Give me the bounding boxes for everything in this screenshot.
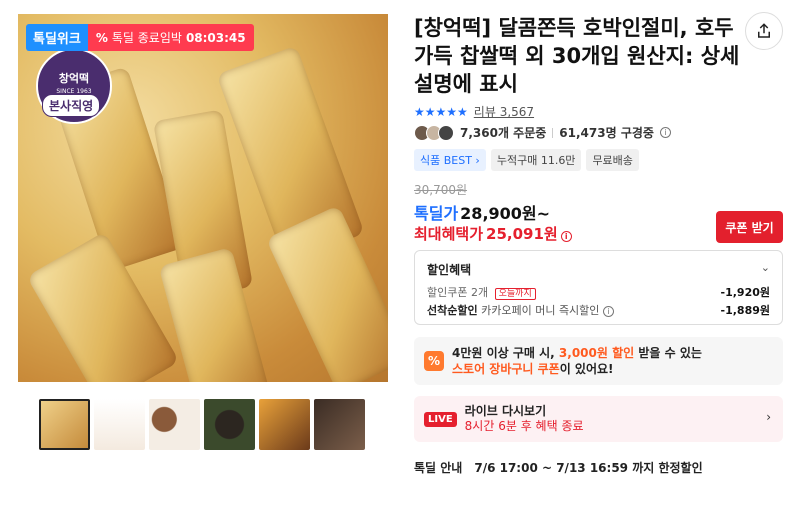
thumbnail-list bbox=[39, 399, 365, 450]
coupon-icon: % bbox=[424, 351, 444, 371]
thumbnail-4[interactable] bbox=[204, 399, 255, 450]
coupon-discount-amount: -1,920원 bbox=[720, 286, 770, 299]
deal-notice-label: 톡딜 안내 bbox=[414, 461, 463, 475]
chevron-right-icon[interactable]: › bbox=[766, 410, 771, 424]
first-come-amount: -1,889원 bbox=[720, 304, 770, 317]
max-benefit-label: 최대혜택가 bbox=[414, 225, 484, 243]
max-benefit-price: 25,091원 bbox=[486, 225, 558, 243]
share-icon bbox=[758, 23, 770, 38]
deal-price: 28,900원~ bbox=[460, 204, 551, 223]
live-replay-banner[interactable]: LIVE 라이브 다시보기 8시간 6분 후 혜택 종료 › bbox=[414, 396, 783, 442]
live-badge: LIVE bbox=[424, 411, 457, 427]
cart-coupon-banner[interactable]: % 4만원 이상 구매 시, 3,000원 할인 받을 수 있는 스토어 장바구… bbox=[414, 337, 783, 385]
discount-panel[interactable]: 할인혜택 ⌄ 할인쿠폰 2개 오늘까지 -1,920원 선착순할인 카카오페이 … bbox=[414, 250, 783, 325]
info-icon[interactable]: i bbox=[659, 127, 671, 138]
first-come-desc: 카카오페이 머니 즉시할인 bbox=[481, 304, 600, 317]
rating-row: ★★★★★ 리뷰 3,567 bbox=[414, 103, 534, 120]
buyer-avatars bbox=[414, 124, 454, 141]
deal-notice: 톡딜 안내 7/6 17:00 ~ 7/13 16:59 까지 한정할인 bbox=[414, 459, 703, 476]
deal-ending-badge: % 톡딜 종료임박 08:03:45 bbox=[87, 24, 254, 51]
chip-best-label: 식품 BEST bbox=[420, 154, 472, 167]
max-benefit-row: 최대혜택가 25,091원 i bbox=[414, 223, 572, 244]
coupon-discount-row: 할인쿠폰 2개 오늘까지 -1,920원 bbox=[427, 284, 770, 300]
live-countdown: 8시간 6분 후 혜택 종료 bbox=[464, 419, 584, 433]
chip-free-shipping: 무료배송 bbox=[586, 149, 639, 171]
info-icon[interactable]: i bbox=[560, 231, 572, 242]
percent-icon: % bbox=[95, 30, 108, 45]
live-title: 라이브 다시보기 bbox=[464, 404, 547, 418]
avatar bbox=[438, 124, 454, 141]
thumbnail-5[interactable] bbox=[259, 399, 310, 450]
coupon-discount-label: 할인쿠폰 2개 bbox=[427, 286, 489, 299]
thumbnail-1[interactable] bbox=[39, 399, 90, 450]
cart-coupon-text: 4만원 이상 구매 시, 3,000원 할인 받을 수 있는 스토어 장바구니 … bbox=[452, 345, 702, 377]
deal-badge: 톡딜위크 % 톡딜 종료임박 08:03:45 bbox=[26, 24, 254, 51]
coupon-button[interactable]: 쿠폰 받기 bbox=[716, 211, 783, 243]
first-come-label: 선착순할인 bbox=[427, 304, 478, 317]
viewer-count: 61,473명 구경중 bbox=[559, 126, 654, 140]
product-title: [창억떡] 달콤쫀득 호박인절미, 호두가득 찹쌀떡 외 30개입 원산지: 상… bbox=[414, 16, 740, 96]
original-price: 30,700원 bbox=[414, 183, 468, 197]
first-come-discount-row: 선착순할인 카카오페이 머니 즉시할인 i -1,889원 bbox=[427, 302, 770, 318]
deal-price-label: 톡딜가 bbox=[414, 204, 459, 223]
product-page: 톡딜위크 % 톡딜 종료임박 08:03:45 창억떡 SINCE 1963 본… bbox=[0, 0, 800, 506]
thumbnail-2[interactable] bbox=[94, 399, 145, 450]
share-button[interactable] bbox=[745, 12, 783, 50]
chip-best[interactable]: 식품 BEST › bbox=[414, 149, 486, 171]
promo-highlight-1: 3,000원 할인 bbox=[558, 346, 635, 360]
discount-title: 할인혜택 bbox=[427, 263, 472, 277]
official-store-tag: 본사직영 bbox=[42, 94, 101, 117]
chip-cumulative: 누적구매 11.6만 bbox=[490, 149, 582, 171]
buyer-activity: 7,360개 주문중 61,473명 구경중 i bbox=[414, 124, 671, 141]
product-chips: 식품 BEST › 누적구매 11.6만 무료배송 bbox=[414, 149, 639, 171]
thumbnail-3[interactable] bbox=[149, 399, 200, 450]
divider bbox=[552, 127, 554, 138]
deal-price-row: 톡딜가 28,900원~ bbox=[414, 200, 550, 224]
info-icon[interactable]: i bbox=[602, 306, 614, 317]
order-count: 7,360개 주문중 bbox=[460, 126, 547, 140]
cutoff-content bbox=[414, 497, 783, 506]
promo-highlight-2: 스토어 장바구니 쿠폰 bbox=[452, 362, 560, 376]
brand-name: 창억떡 bbox=[58, 72, 90, 85]
chevron-down-icon[interactable]: ⌄ bbox=[761, 261, 770, 274]
star-rating-icon: ★★★★★ bbox=[414, 104, 468, 119]
review-link[interactable]: 리뷰 3,567 bbox=[474, 103, 534, 120]
promo-text-1: 4만원 이상 구매 시, bbox=[452, 346, 559, 360]
deal-notice-value: 7/6 17:00 ~ 7/13 16:59 까지 한정할인 bbox=[474, 461, 703, 475]
today-only-tag: 오늘까지 bbox=[494, 288, 536, 300]
talkdeal-week-badge: 톡딜위크 bbox=[26, 24, 88, 51]
thumbnail-6[interactable] bbox=[314, 399, 365, 450]
promo-text-2: 받을 수 있는 bbox=[634, 346, 702, 360]
promo-text-3: 이 있어요! bbox=[559, 362, 614, 376]
product-main-image[interactable]: 톡딜위크 % 톡딜 종료임박 08:03:45 창억떡 SINCE 1963 본… bbox=[18, 14, 388, 382]
countdown-timer: 08:03:45 bbox=[185, 30, 246, 45]
deal-ending-label: 톡딜 종료임박 bbox=[111, 31, 182, 45]
